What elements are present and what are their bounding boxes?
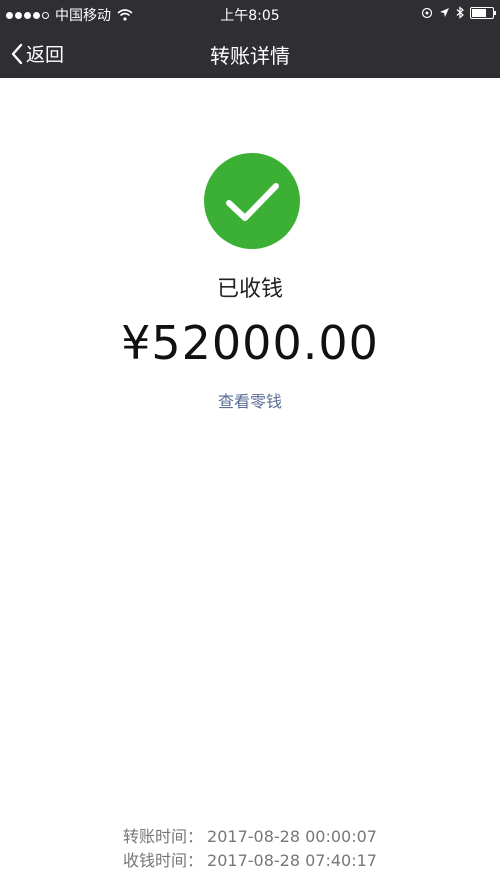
orientation-lock-icon — [421, 7, 433, 18]
success-check-icon — [204, 153, 300, 249]
transfer-time-label: 转账时间： — [123, 827, 204, 846]
receive-time-label: 收钱时间： — [123, 851, 204, 870]
bluetooth-icon — [456, 6, 464, 19]
top-bar: 中国移动 上午8:05 返回 转账详情 — [0, 0, 500, 78]
transfer-time-value: 2017-08-28 00:00:07 — [207, 827, 377, 846]
page-title: 转账详情 — [210, 44, 290, 68]
transfer-amount: ¥52000.00 — [121, 316, 379, 370]
transfer-times: 转账时间： 2017-08-28 00:00:07 收钱时间： 2017-08-… — [0, 825, 500, 873]
status-bar: 中国移动 上午8:05 — [0, 0, 500, 28]
location-arrow-icon — [440, 8, 449, 17]
receive-time-row: 收钱时间： 2017-08-28 07:40:17 — [0, 849, 500, 873]
receive-time-value: 2017-08-28 07:40:17 — [207, 851, 377, 870]
status-text: 已收钱 — [216, 277, 283, 302]
navigation-bar: 返回 转账详情 — [0, 28, 500, 78]
view-change-link[interactable]: 查看零钱 — [0, 388, 500, 412]
transfer-time-row: 转账时间： 2017-08-28 00:00:07 — [0, 825, 500, 849]
battery-icon — [470, 6, 496, 19]
status-right — [421, 6, 496, 19]
